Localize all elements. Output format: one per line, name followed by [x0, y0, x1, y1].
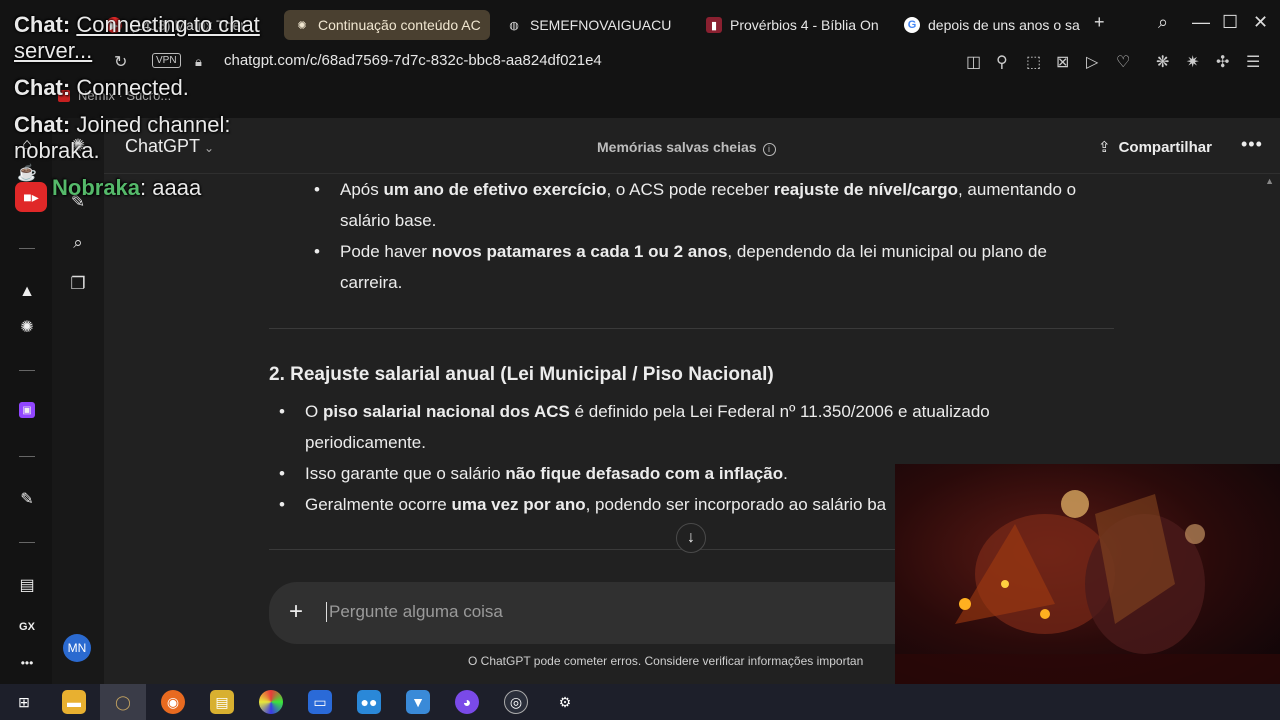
block-icon[interactable]: ⊠ — [1056, 52, 1069, 72]
taskbar: ⊞ ▬ ◯ ◉ ▤ ▭ ●● ▼ ◕ ◎ ⚙ — [0, 684, 1280, 720]
extensions-icon[interactable]: ✣ — [1216, 52, 1229, 72]
chrome-icon[interactable] — [259, 690, 283, 714]
sidebar-divider — [19, 370, 35, 371]
sidebar-divider — [19, 456, 35, 457]
play-icon[interactable]: ▷ — [1086, 52, 1098, 72]
memory-status: Memórias salvas cheias i — [597, 139, 776, 156]
artwork-image — [895, 490, 1280, 684]
tab-google[interactable]: G depois de uns anos o sa — [894, 10, 1088, 40]
maximize-icon[interactable]: ☐ — [1222, 12, 1238, 33]
tools-icon[interactable]: ✎ — [16, 488, 38, 510]
chat-line: Chat: Connected. — [14, 75, 189, 100]
share-icon: ⇪ — [1098, 139, 1111, 156]
game-controller-icon[interactable]: ●● — [357, 690, 381, 714]
chat-overlay: Chat: Connecting to chat server... Chat:… — [14, 12, 294, 212]
plus-icon[interactable]: + — [289, 598, 303, 626]
share-button[interactable]: ⇪ Compartilhar — [1098, 138, 1212, 156]
file-explorer-icon[interactable]: ▬ — [62, 690, 86, 714]
info-icon[interactable]: i — [762, 143, 776, 156]
close-icon[interactable]: ✕ — [1253, 12, 1268, 33]
chatgpt-icon: ✺ — [297, 19, 307, 32]
pin-icon[interactable]: ⚲ — [996, 52, 1008, 72]
divider — [269, 328, 1114, 329]
snapshot-icon[interactable]: ⬚ — [1026, 52, 1041, 72]
tab-semef[interactable]: ◍ SEMEFNOVAIGUACU — [496, 10, 692, 40]
opera-gx-taskbar-icon[interactable]: ◯ — [100, 684, 146, 720]
list-item: Geralmente ocorre uma vez por ano, poden… — [275, 489, 995, 520]
gx-menu-icon[interactable]: ☰ — [1246, 52, 1260, 72]
video-camera-icon: ■▸ — [15, 182, 47, 212]
chatgpt-sidebar-icon[interactable]: ✺ — [16, 316, 38, 338]
settings-gear-icon[interactable]: ⚙ — [553, 690, 577, 714]
extension-icon[interactable]: ❋ — [1156, 52, 1169, 72]
heart-icon[interactable]: ♡ — [1116, 52, 1130, 72]
windows-start-icon[interactable]: ⊞ — [12, 690, 36, 714]
more-icon[interactable]: ••• — [16, 652, 38, 674]
twitch-icon[interactable]: ▣ — [19, 402, 35, 418]
extension2-icon[interactable]: ✷ — [1186, 52, 1199, 72]
scrollbar-up-arrow[interactable]: ▲ — [1265, 176, 1274, 186]
split-view-icon[interactable]: ◫ — [966, 52, 981, 72]
section2-list: O piso salarial nacional dos ACS é defin… — [275, 396, 995, 520]
share-label: Compartilhar — [1118, 139, 1212, 156]
gx-label[interactable]: GX — [16, 616, 38, 638]
notes-app-icon[interactable]: ▤ — [210, 690, 234, 714]
new-tab-button[interactable]: + — [1094, 12, 1105, 33]
firefox-icon[interactable]: ◉ — [161, 690, 185, 714]
list-item: Após um ano de efetivo exercício, o ACS … — [310, 174, 1090, 236]
section1-list: Após um ano de efetivo exercício, o ACS … — [310, 174, 1090, 298]
scroll-down-button[interactable]: ↓ — [676, 523, 706, 553]
memory-status-text: Memórias salvas cheias — [597, 139, 757, 155]
tab-search-icon[interactable]: ⌕ — [1158, 12, 1168, 33]
news-icon[interactable]: ▤ — [16, 574, 38, 596]
globe-icon: ◍ — [509, 19, 519, 32]
minimize-icon[interactable]: — — [1192, 12, 1210, 33]
tab-proverbios[interactable]: ▮ Provérbios 4 - Bíblia On — [696, 10, 886, 40]
section2-heading: 2. Reajuste salarial anual (Lei Municipa… — [269, 364, 774, 385]
list-item: Isso garante que o salário não fique def… — [275, 458, 995, 489]
app-window-icon[interactable]: ▭ — [308, 690, 332, 714]
chat-line: Chat: Connecting to chat server... — [14, 12, 260, 63]
chat-message: Nobraka: aaaa — [52, 175, 202, 200]
avatar[interactable]: MN — [63, 634, 91, 662]
more-options-button[interactable]: ••• — [1241, 134, 1263, 155]
search-icon[interactable]: ⌕ — [66, 231, 90, 255]
bible-icon: ▮ — [706, 17, 722, 33]
google-icon: G — [904, 17, 920, 33]
obs-icon[interactable]: ◎ — [504, 690, 528, 714]
library-icon[interactable]: ❐ — [66, 272, 90, 296]
chat-app-icon[interactable]: ◕ — [455, 690, 479, 714]
stream-artwork — [895, 464, 1280, 684]
download-manager-icon[interactable]: ▼ — [406, 690, 430, 714]
sidebar-divider — [19, 542, 35, 543]
disclaimer: O ChatGPT pode cometer erros. Considere … — [468, 654, 864, 668]
list-item: Pode haver novos patamares a cada 1 ou 2… — [310, 236, 1090, 298]
chat-line: Chat: Joined channel: nobraka. — [14, 112, 231, 163]
aria-icon[interactable]: ▲ — [16, 281, 38, 303]
prompt-input[interactable]: Pergunte alguma coisa — [326, 602, 503, 622]
list-item: O piso salarial nacional dos ACS é defin… — [275, 396, 995, 458]
screen: ▶ (1413) Matrix Ther ✺ Continuação conte… — [0, 0, 1280, 720]
sidebar-divider — [19, 248, 35, 249]
tab-chatgpt[interactable]: ✺ Continuação conteúdo AC — [284, 10, 490, 40]
